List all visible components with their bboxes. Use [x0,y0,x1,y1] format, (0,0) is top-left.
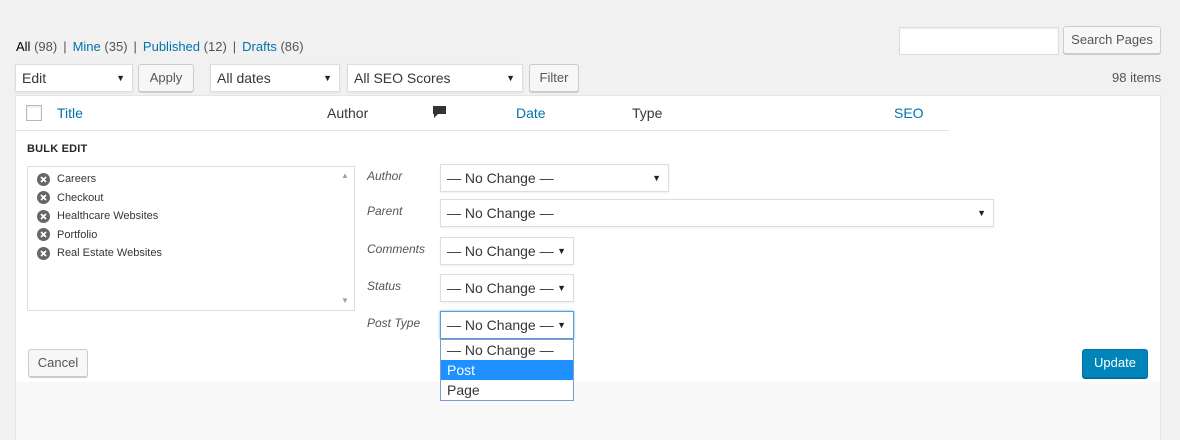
select-all-checkbox[interactable] [26,105,42,121]
filter-button[interactable]: Filter [529,64,579,92]
seo-filter-select[interactable]: All SEO Scores ▼ [347,64,523,92]
post-type-select[interactable]: — No Change — ▼ [440,311,574,339]
status-views: All (98) | Mine (35) | Published (12) | Drafts… [16,39,304,54]
chevron-down-icon: ▼ [557,283,566,293]
separator: | [133,39,137,54]
column-type: Type [632,105,663,121]
bulk-title-item: Healthcare Websites [37,207,354,226]
bulk-title-item: Careers [37,170,354,189]
bulk-title-item: Portfolio [37,226,354,245]
bulk-title-label: Checkout [57,191,104,204]
table-header [16,96,949,131]
bulk-edit-heading: BULK EDIT [27,143,88,155]
chevron-down-icon: ▼ [652,173,661,183]
bulk-title-label: Careers [57,173,97,185]
view-drafts[interactable]: Drafts [242,39,277,54]
bulk-title-label: Healthcare Websites [57,210,159,222]
post-type-option[interactable]: — No Change — [441,340,573,360]
update-button[interactable]: Update [1082,349,1148,378]
date-filter-select[interactable]: All dates ▼ [210,64,340,92]
status-select[interactable]: — No Change — ▼ [440,274,574,302]
scroll-up-icon[interactable]: ▲ [341,171,349,180]
view-published[interactable]: Published [143,39,200,54]
post-type-label: Post Type [367,316,421,330]
chevron-down-icon: ▼ [557,320,566,330]
status-label: Status [367,279,402,293]
chevron-down-icon: ▼ [323,73,332,83]
view-mine[interactable]: Mine [73,39,101,54]
column-date[interactable]: Date [516,105,546,121]
apply-button[interactable]: Apply [138,64,194,92]
comments-label: Comments [367,242,426,256]
scroll-down-icon[interactable]: ▼ [341,296,349,305]
remove-circle-icon[interactable] [37,172,50,186]
column-author: Author [327,105,369,121]
post-type-option[interactable]: Page [441,380,573,400]
remove-circle-icon[interactable] [37,209,50,223]
parent-label: Parent [367,204,403,218]
column-title[interactable]: Title [57,105,83,121]
column-seo[interactable]: SEO [894,105,924,121]
items-count: 98 items [1112,70,1162,85]
chevron-down-icon: ▼ [116,73,125,83]
bulk-titles-list[interactable]: Careers Checkout Healthcare Websites Portfo… [27,166,355,311]
post-type-option[interactable]: Post [441,360,573,380]
post-type-dropdown: — No Change — Post Page [440,339,574,401]
table-header-filler [949,96,1160,131]
separator: | [232,39,237,54]
bulk-action-select[interactable]: Edit ▼ [15,64,133,92]
author-label: Author [367,169,403,183]
view-all[interactable]: All (98) [16,39,57,54]
bulk-title-label: Portfolio [57,228,98,241]
remove-circle-icon[interactable] [37,191,50,205]
cancel-button[interactable]: Cancel [28,349,88,377]
parent-select[interactable]: — No Change — ▼ [440,199,994,227]
chevron-down-icon: ▼ [557,246,566,256]
search-pages-button[interactable]: Search Pages [1063,26,1161,54]
comments-select[interactable]: — No Change — ▼ [440,237,574,265]
bulk-title-item: Real Estate Websites [37,244,354,263]
search-input[interactable] [899,27,1059,55]
separator: | [63,39,67,54]
author-select[interactable]: — No Change — ▼ [440,164,669,192]
bulk-title-label: Real Estate Websites [57,247,162,259]
remove-circle-icon[interactable] [37,228,50,242]
remove-circle-icon[interactable] [37,246,50,260]
chevron-down-icon: ▼ [977,208,986,218]
comment-bubble-icon[interactable] [432,105,447,119]
chevron-down-icon: ▼ [506,73,515,83]
bulk-title-item: Checkout [37,189,354,208]
